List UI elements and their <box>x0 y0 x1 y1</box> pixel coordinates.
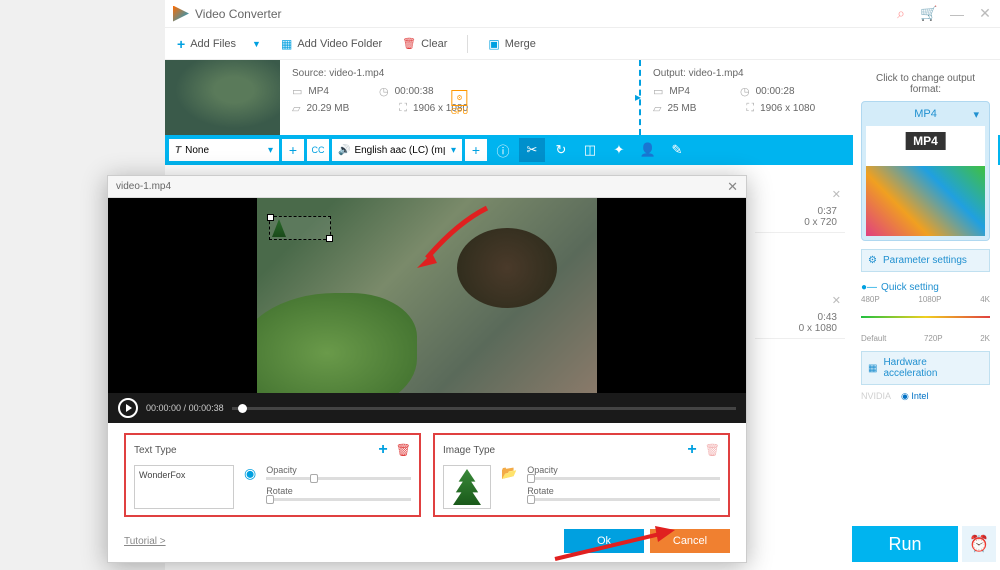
toolbar: +Add Files ▼ ▦Add Video Folder 🗑Clear ▣M… <box>165 28 1000 60</box>
tree-icon <box>272 219 286 237</box>
tree-icon <box>453 469 481 505</box>
gpu-badge: ⚙GPU <box>451 90 468 116</box>
delete-image-button[interactable]: 🗑 <box>705 443 720 457</box>
add-text-button[interactable]: + <box>378 441 387 459</box>
list-item: ✕ 0:43 0 x 1080 <box>755 290 845 339</box>
output-sidebar: Click to change output format: MP4 MP4 ⚙… <box>853 65 998 410</box>
format-preview: MP4 <box>866 126 985 236</box>
rotate-tool-icon[interactable]: ↻ <box>548 138 574 162</box>
quality-slider[interactable] <box>861 308 990 332</box>
nvidia-label: NVIDIA <box>861 391 891 402</box>
timer-button[interactable]: ⏰ <box>962 526 996 562</box>
format-icon: ▭ <box>292 85 302 98</box>
video-thumbnail[interactable] <box>165 60 280 135</box>
panel-title: Image Type <box>443 445 495 456</box>
opacity-slider[interactable] <box>527 477 720 480</box>
watermark-text-input[interactable]: WonderFox <box>134 465 234 509</box>
watermark-editor-dialog: video-1.mp4 ✕ 00:00:00 / 00:00:38 Text T… <box>107 175 747 563</box>
sliders-icon: ⚙ <box>868 255 877 266</box>
clock-icon: ◷ <box>379 85 389 98</box>
app-title: Video Converter <box>195 7 894 21</box>
format-selector[interactable]: MP4 MP4 <box>861 101 990 241</box>
rotate-slider[interactable] <box>527 498 720 501</box>
close-icon[interactable]: ✕ <box>832 294 841 307</box>
image-preview[interactable] <box>443 465 491 509</box>
add-subtitle-button[interactable]: + <box>282 139 304 161</box>
clear-button[interactable]: 🗑Clear <box>402 37 447 50</box>
ok-button[interactable]: Ok <box>564 529 644 553</box>
format-name: MP4 <box>866 106 985 122</box>
image-watermark-panel: Image Type + 🗑 📂 Opacity Rotate <box>433 433 730 517</box>
video-frame[interactable] <box>257 198 597 393</box>
add-image-button[interactable]: + <box>687 441 696 459</box>
add-files-button[interactable]: +Add Files <box>177 36 236 52</box>
panel-title: Text Type <box>134 445 177 456</box>
text-watermark-panel: Text Type + 🗑 WonderFox ◉ Opacity Rotate <box>124 433 421 517</box>
edit-tool-icon[interactable]: ✎ <box>664 138 690 162</box>
merge-button[interactable]: ▣Merge <box>488 37 536 51</box>
add-folder-button[interactable]: ▦Add Video Folder <box>281 37 382 51</box>
video-preview <box>108 198 746 393</box>
subtitle-select[interactable]: TNone▾ <box>169 139 279 161</box>
info-tool-icon[interactable]: ⓘ <box>490 138 516 162</box>
search-icon[interactable]: ⌕ <box>894 7 908 21</box>
format-icon: ▭ <box>653 85 663 98</box>
hw-vendors: NVIDIA ◉ Intel <box>861 391 990 402</box>
watermark-tool-icon[interactable]: 👤 <box>635 138 661 162</box>
cancel-button[interactable]: Cancel <box>650 529 730 553</box>
source-label: Source: video-1.mp4 <box>292 68 627 79</box>
crop-tool-icon[interactable]: ◫ <box>577 138 603 162</box>
list-item: ✕ 0:37 0 x 720 <box>755 184 845 233</box>
target-icon[interactable]: ◉ <box>244 465 256 509</box>
minimize-button[interactable]: — <box>950 7 964 21</box>
chip-icon: ▦ <box>868 363 877 374</box>
change-format-label: Click to change output format: <box>861 73 990 95</box>
cut-tool-icon[interactable]: ✂ <box>519 138 545 162</box>
add-audio-button[interactable]: + <box>465 139 487 161</box>
resolution-icon: ⛶ <box>399 102 407 115</box>
dialog-titlebar: video-1.mp4 ✕ <box>108 176 746 198</box>
intel-label: ◉ Intel <box>901 391 928 402</box>
tutorial-link[interactable]: Tutorial > <box>124 536 166 547</box>
hardware-accel-button[interactable]: ▦Hardware acceleration <box>861 351 990 385</box>
close-icon[interactable]: ✕ <box>832 188 841 201</box>
opacity-slider[interactable] <box>266 477 411 480</box>
watermark-overlay[interactable] <box>269 216 331 240</box>
folder-icon: ▱ <box>292 102 300 115</box>
audio-select[interactable]: 🔊English aac (LC) (mן▾ <box>332 139 462 161</box>
rotate-slider[interactable] <box>266 498 411 501</box>
parameter-settings-button[interactable]: ⚙Parameter settings <box>861 249 990 272</box>
app-logo-icon <box>173 6 189 22</box>
run-button[interactable]: Run <box>852 526 958 562</box>
clock-icon: ◷ <box>740 85 750 98</box>
annotation-arrow-icon <box>407 203 497 273</box>
close-button[interactable]: ✕ <box>978 7 992 21</box>
play-button[interactable] <box>118 398 138 418</box>
folder-icon: ▱ <box>653 102 661 115</box>
delete-text-button[interactable]: 🗑 <box>396 443 411 457</box>
progress-bar[interactable] <box>232 407 736 410</box>
cc-button[interactable]: CC <box>307 139 329 161</box>
titlebar: Video Converter ⌕ 🛒 — ✕ <box>165 0 1000 28</box>
effects-tool-icon[interactable]: ✦ <box>606 138 632 162</box>
browse-icon[interactable]: 📂 <box>501 465 517 509</box>
quick-setting-label: ●—Quick setting <box>861 282 990 293</box>
time-display: 00:00:00 / 00:00:38 <box>146 403 224 413</box>
add-files-dropdown-icon[interactable]: ▼ <box>252 39 261 49</box>
video-controls: 00:00:00 / 00:00:38 <box>108 393 746 423</box>
dialog-title: video-1.mp4 <box>116 181 171 192</box>
source-info: Source: video-1.mp4 ▭MP4 ◷00:00:38 ▱20.2… <box>280 60 639 135</box>
cart-icon[interactable]: 🛒 <box>922 7 936 21</box>
resolution-icon: ⛶ <box>746 102 754 115</box>
dialog-close-button[interactable]: ✕ <box>727 179 738 195</box>
